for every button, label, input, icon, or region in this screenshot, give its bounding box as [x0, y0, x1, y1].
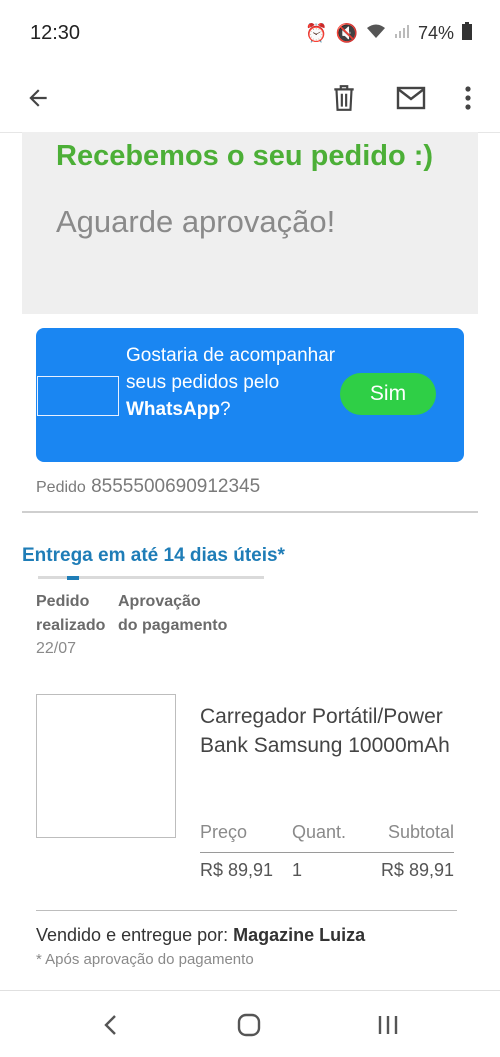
back-button[interactable]	[16, 76, 60, 120]
whatsapp-prompt-suffix: ?	[219, 399, 231, 420]
step-payment-approval: Aprovação do pagamento	[118, 593, 228, 634]
more-options-button[interactable]	[446, 76, 490, 120]
price-table-divider	[200, 852, 454, 853]
subtotal-value: R$ 89,91	[380, 860, 454, 880]
whatsapp-image	[37, 376, 119, 416]
quantity-value: 1	[292, 860, 303, 880]
divider	[22, 511, 478, 513]
signal-icon	[394, 23, 410, 44]
more-vert-icon	[465, 86, 471, 110]
nav-recents-button[interactable]	[368, 1005, 408, 1045]
progress-active-marker	[67, 576, 79, 580]
seller-line: Vendido e entregue por: Magazine Luiza	[36, 925, 365, 946]
mail-button[interactable]	[389, 76, 433, 120]
order-received-banner: Recebemos o seu pedido :) Aguarde aprova…	[22, 132, 478, 314]
whatsapp-prompt-text: Gostaria de acompanhar seus pedidos pelo	[126, 345, 336, 393]
home-icon	[237, 1013, 261, 1037]
product-name[interactable]: Carregador Portátil/Power Bank Samsung 1…	[200, 702, 470, 760]
whatsapp-yes-button[interactable]: Sim	[340, 373, 436, 415]
price-column-header: Preço	[200, 822, 248, 842]
battery-percent: 74%	[417, 23, 454, 43]
order-number: 8555500690912345	[91, 476, 261, 497]
quantity-column-header: Quant.	[292, 822, 347, 842]
nav-home-button[interactable]	[229, 1005, 269, 1045]
trash-icon	[334, 85, 354, 111]
banner-subtitle: Aguarde aprovação!	[56, 204, 336, 239]
approval-note: * Após aprovação do pagamento	[36, 951, 254, 968]
seller-label: Vendido e entregue por:	[36, 925, 234, 945]
seller-name: Magazine Luiza	[233, 925, 366, 945]
divider	[36, 910, 457, 911]
battery-icon	[462, 22, 472, 45]
subtotal-column-header: Subtotal	[387, 822, 454, 842]
mute-icon: 🔇	[335, 23, 358, 43]
arrow-left-icon	[29, 89, 47, 107]
delete-button[interactable]	[322, 76, 366, 120]
wifi-icon	[366, 23, 386, 44]
order-label: Pedido	[36, 479, 86, 496]
chevron-left-icon	[104, 1015, 116, 1035]
price-value: R$ 89,91	[200, 860, 274, 880]
recent-apps-icon	[378, 1016, 398, 1034]
system-nav-bar	[0, 990, 500, 1057]
whatsapp-prompt: Gostaria de acompanhar seus pedidos pelo…	[126, 342, 336, 423]
status-icons: ⏰ 🔇 74%	[305, 22, 472, 45]
banner-title: Recebemos o seu pedido :)	[56, 140, 434, 172]
product-image[interactable]	[36, 694, 176, 838]
step-order-placed-date: 22/07	[36, 640, 77, 657]
alarm-icon: ⏰	[305, 23, 328, 43]
top-app-bar	[0, 66, 500, 133]
mail-icon	[396, 86, 426, 110]
status-bar: 12:30 ⏰ 🔇 74%	[0, 0, 500, 66]
whatsapp-optin-card: Gostaria de acompanhar seus pedidos pelo…	[36, 328, 464, 462]
whatsapp-prompt-bold: WhatsApp	[126, 399, 220, 420]
order-number-line: Pedido 8555500690912345	[36, 476, 260, 498]
step-order-placed: Pedido realizado	[36, 593, 106, 634]
delivery-estimate: Entrega em até 14 dias úteis*	[22, 545, 285, 566]
status-time: 12:30	[30, 22, 81, 44]
nav-back-button[interactable]	[90, 1005, 130, 1045]
